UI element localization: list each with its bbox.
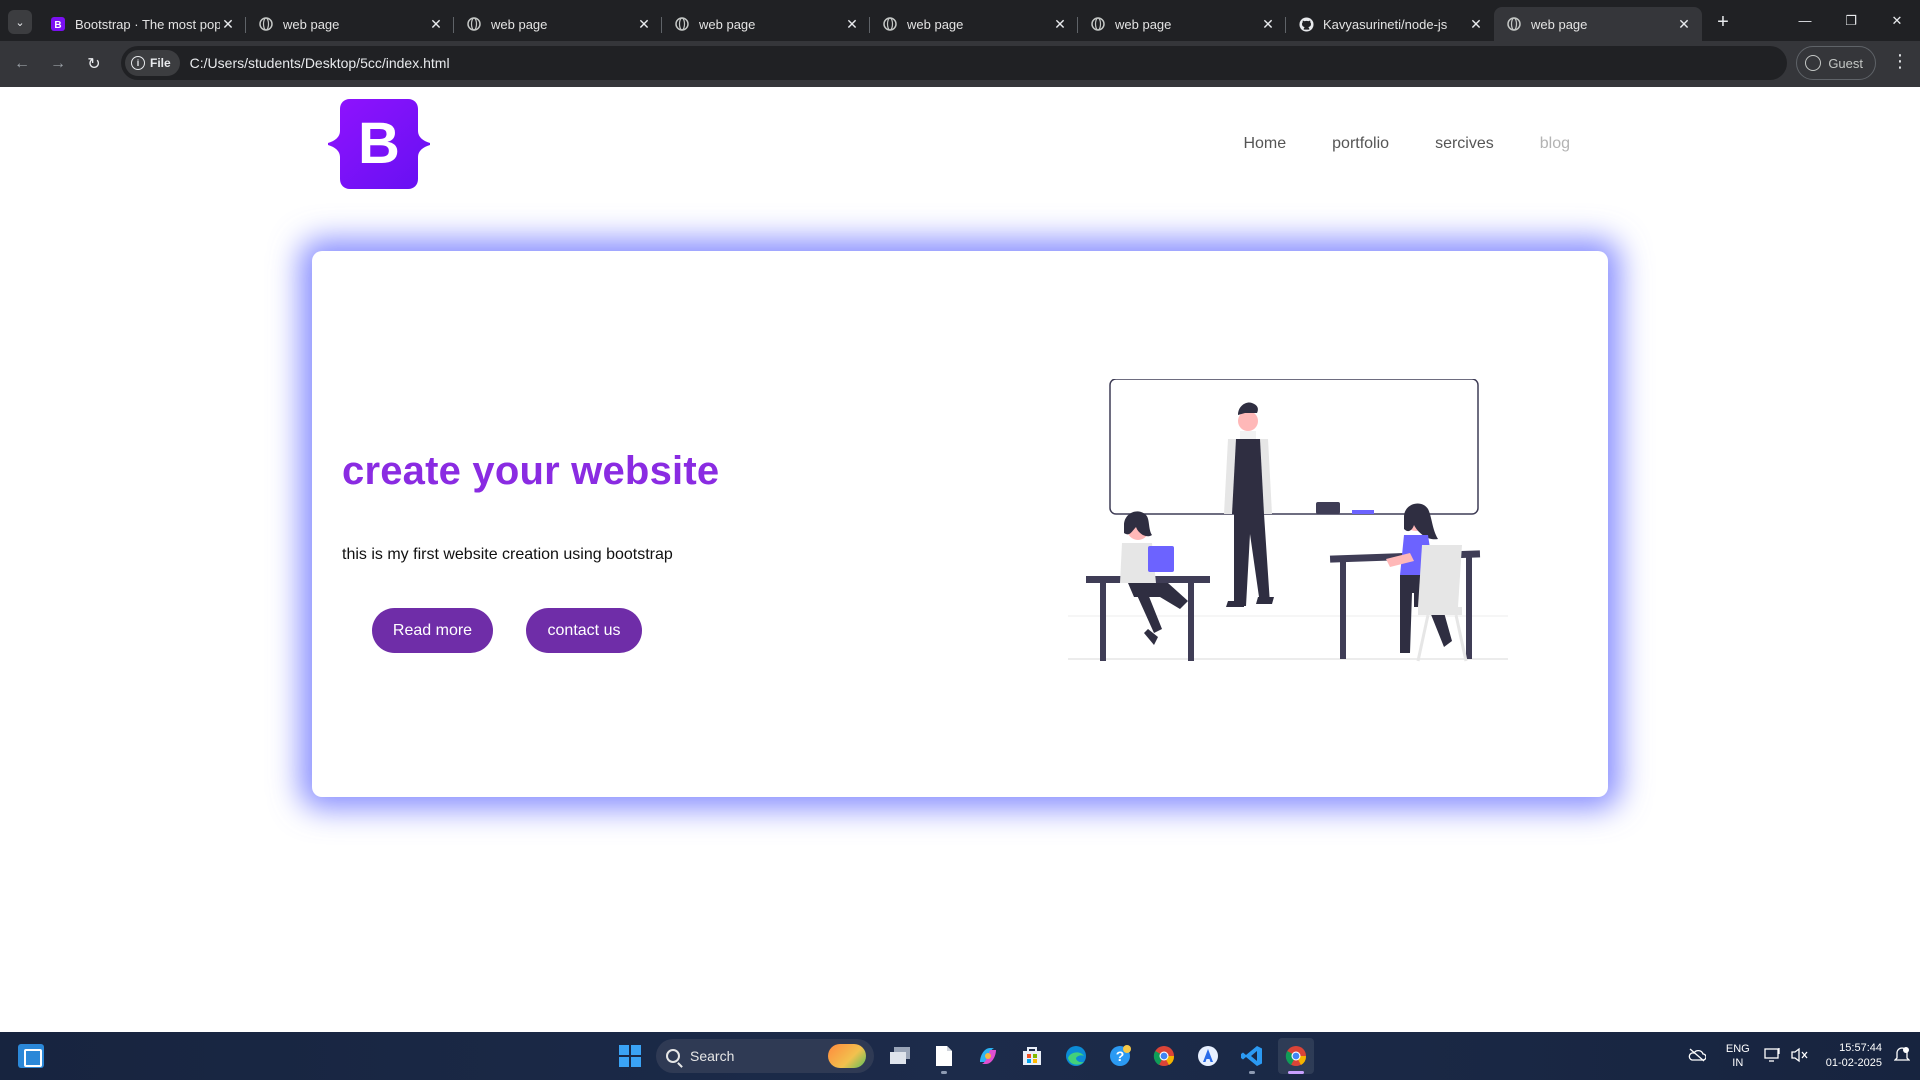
hero-title: create your website bbox=[342, 449, 720, 493]
tab-search-button[interactable]: ⌄ bbox=[8, 10, 32, 34]
tab-web-page[interactable]: web page ✕ bbox=[870, 7, 1078, 41]
close-tab-icon[interactable]: ✕ bbox=[428, 16, 444, 33]
tab-bootstrap[interactable]: B Bootstrap · The most pop ✕ bbox=[38, 7, 246, 41]
nav-blog-link[interactable]: blog bbox=[1540, 135, 1570, 153]
tab-web-page[interactable]: web page ✕ bbox=[662, 7, 870, 41]
tab-github[interactable]: Kavyasurineti/node-js ✕ bbox=[1286, 7, 1494, 41]
info-icon: i bbox=[131, 56, 145, 70]
close-window-icon[interactable]: ✕ bbox=[1874, 0, 1920, 41]
more-menu-icon[interactable]: ⋮ bbox=[1888, 51, 1912, 72]
search-placeholder: Search bbox=[690, 1048, 735, 1064]
svg-text:B: B bbox=[54, 20, 61, 31]
back-arrow-icon[interactable]: ← bbox=[4, 46, 40, 82]
taskbar-apps: Search ? bbox=[612, 1036, 1314, 1076]
restore-icon[interactable]: ❐ bbox=[1828, 0, 1874, 41]
tab-web-page[interactable]: web page ✕ bbox=[246, 7, 454, 41]
globe-icon bbox=[674, 16, 690, 32]
onedrive-offline-icon[interactable] bbox=[1688, 1048, 1707, 1065]
hero-card: create your website this is my first web… bbox=[312, 251, 1608, 797]
profile-label: Guest bbox=[1828, 55, 1863, 71]
close-tab-icon[interactable]: ✕ bbox=[1676, 16, 1692, 33]
new-tab-button[interactable]: + bbox=[1708, 7, 1738, 37]
logo-letter: B bbox=[358, 111, 400, 176]
close-tab-icon[interactable]: ✕ bbox=[636, 16, 652, 33]
reload-icon[interactable]: ↻ bbox=[76, 46, 112, 82]
office-illustration bbox=[1068, 379, 1508, 662]
taskbar-search[interactable]: Search bbox=[656, 1039, 874, 1073]
globe-icon bbox=[1090, 16, 1106, 32]
site-nav: Home portfolio sercives blog bbox=[1243, 135, 1570, 153]
tab-title: Kavyasurineti/node-js bbox=[1323, 16, 1448, 32]
clock[interactable]: 15:57:44 01-02-2025 bbox=[1826, 1041, 1882, 1071]
url-text[interactable]: C:/Users/students/Desktop/5cc/index.html bbox=[190, 55, 450, 71]
github-icon bbox=[1298, 16, 1314, 32]
task-view-icon[interactable] bbox=[882, 1038, 918, 1074]
widgets-icon[interactable] bbox=[18, 1044, 44, 1068]
chip-label: File bbox=[150, 56, 171, 70]
hero-description: this is my first website creation using … bbox=[342, 546, 673, 563]
close-tab-icon[interactable]: ✕ bbox=[1468, 16, 1484, 33]
microsoft-store-icon[interactable] bbox=[1014, 1038, 1050, 1074]
browser-tab-strip: ⌄ B Bootstrap · The most pop ✕ web page … bbox=[0, 0, 1920, 41]
tab-title: Bootstrap · The most pop bbox=[75, 16, 220, 32]
contact-us-button[interactable]: contact us bbox=[526, 608, 642, 653]
close-tab-icon[interactable]: ✕ bbox=[1260, 16, 1276, 33]
system-tray: ENG IN 15:57:44 01-02-2025 bbox=[1688, 1032, 1920, 1080]
chrome-active-icon[interactable] bbox=[1278, 1038, 1314, 1074]
svg-text:?: ? bbox=[1116, 1048, 1125, 1064]
windows-taskbar: Search ? ENG IN 15:57:44 01-02-2025 bbox=[0, 1032, 1920, 1080]
tab-title: web page bbox=[491, 16, 548, 32]
tab-title: web page bbox=[907, 16, 964, 32]
chevron-down-icon: ⌄ bbox=[15, 16, 25, 29]
clock-date: 01-02-2025 bbox=[1825, 1057, 1882, 1069]
language-indicator[interactable]: ENG IN bbox=[1726, 1042, 1750, 1070]
tab-web-page[interactable]: web page ✕ bbox=[1078, 7, 1286, 41]
profile-button[interactable]: Guest bbox=[1796, 46, 1876, 80]
plus-icon: + bbox=[1717, 10, 1729, 33]
clock-time: 15:57:44 bbox=[1839, 1042, 1882, 1054]
page-viewport: B Home portfolio sercives blog create yo… bbox=[0, 87, 1920, 1032]
minimize-icon[interactable]: — bbox=[1782, 0, 1828, 41]
globe-icon bbox=[1506, 16, 1522, 32]
chrome-icon[interactable] bbox=[1146, 1038, 1182, 1074]
tab-web-page[interactable]: web page ✕ bbox=[454, 7, 662, 41]
volume-muted-icon[interactable] bbox=[1790, 1047, 1808, 1066]
close-tab-icon[interactable]: ✕ bbox=[1052, 16, 1068, 33]
app-store-icon[interactable] bbox=[1190, 1038, 1226, 1074]
read-more-button[interactable]: Read more bbox=[372, 608, 493, 653]
tab-web-page-active[interactable]: web page ✕ bbox=[1494, 7, 1702, 41]
search-icon bbox=[666, 1049, 680, 1063]
nav-services-link[interactable]: sercives bbox=[1435, 135, 1494, 153]
vscode-icon[interactable] bbox=[1234, 1038, 1270, 1074]
nav-home-link[interactable]: Home bbox=[1243, 135, 1286, 153]
globe-icon bbox=[258, 16, 274, 32]
forward-arrow-icon[interactable]: → bbox=[40, 46, 76, 82]
close-tab-icon[interactable]: ✕ bbox=[844, 16, 860, 33]
network-icon[interactable] bbox=[1764, 1047, 1782, 1066]
person-icon bbox=[1805, 55, 1822, 71]
bootstrap-logo[interactable]: B bbox=[323, 99, 435, 189]
tab-title: web page bbox=[1531, 16, 1588, 32]
windows-start-icon[interactable] bbox=[612, 1038, 648, 1074]
globe-icon bbox=[882, 16, 898, 32]
copilot-icon[interactable] bbox=[970, 1038, 1006, 1074]
nav-portfolio-link[interactable]: portfolio bbox=[1332, 135, 1389, 153]
tab-title: web page bbox=[699, 16, 756, 32]
file-notepad-icon[interactable] bbox=[926, 1038, 962, 1074]
lang-code: ENG bbox=[1725, 1043, 1750, 1055]
edge-icon[interactable] bbox=[1058, 1038, 1094, 1074]
address-bar[interactable]: i File C:/Users/students/Desktop/5cc/ind… bbox=[121, 46, 1787, 80]
browser-toolbar: ← → ↻ i File C:/Users/students/Desktop/5… bbox=[0, 41, 1920, 87]
tab-title: web page bbox=[1115, 16, 1172, 32]
region-code: IN bbox=[1732, 1057, 1744, 1069]
bootstrap-favicon-icon: B bbox=[50, 16, 66, 32]
notification-icon[interactable] bbox=[1893, 1046, 1911, 1067]
site-info-chip[interactable]: i File bbox=[125, 50, 180, 76]
close-tab-icon[interactable]: ✕ bbox=[220, 16, 236, 33]
help-icon[interactable]: ? bbox=[1102, 1038, 1138, 1074]
search-highlight-icon bbox=[828, 1044, 866, 1068]
tab-title: web page bbox=[283, 16, 340, 32]
globe-icon bbox=[466, 16, 482, 32]
window-controls: — ❐ ✕ bbox=[1782, 0, 1920, 41]
